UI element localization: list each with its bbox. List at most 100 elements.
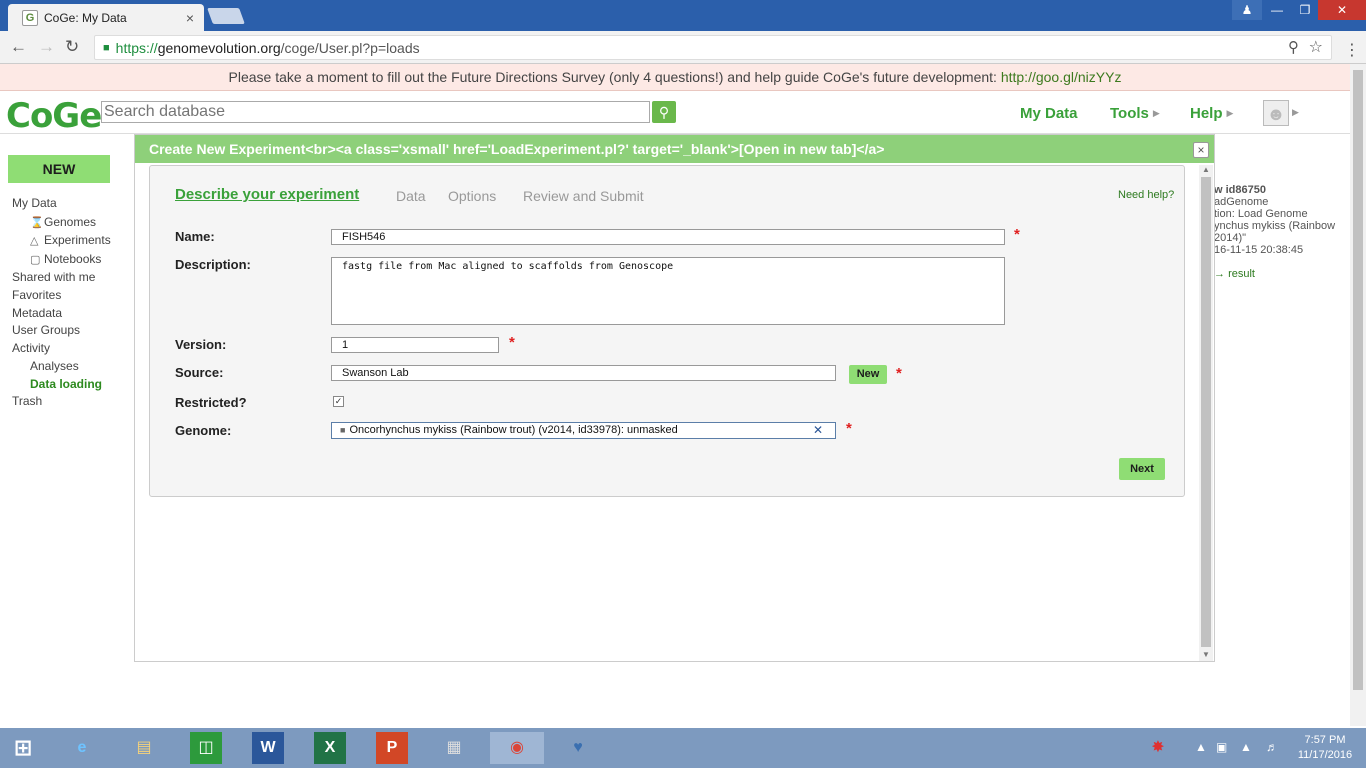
- notebook-icon: ▢: [30, 254, 41, 266]
- sidebar-item-label: Notebooks: [44, 252, 102, 266]
- description-label: Description:: [175, 257, 251, 272]
- step-data[interactable]: Data: [396, 188, 426, 204]
- sidebar-item-data-loading[interactable]: Data loading: [30, 377, 102, 391]
- excel-icon[interactable]: X: [314, 732, 346, 764]
- step-options[interactable]: Options: [448, 188, 496, 204]
- network-icon[interactable]: ▲: [1240, 740, 1252, 754]
- version-input[interactable]: 1: [331, 337, 499, 353]
- nav-my-data[interactable]: My Data: [1020, 105, 1078, 122]
- sidebar-item-user-groups[interactable]: User Groups: [12, 323, 80, 337]
- calculator-icon[interactable]: ▦: [438, 732, 470, 764]
- taskbar-clock[interactable]: 7:57 PM 11/17/2016: [1292, 733, 1358, 763]
- app-bird-icon[interactable]: ♥: [562, 732, 594, 764]
- store-icon[interactable]: ◫: [190, 732, 222, 764]
- tray-device-icon[interactable]: ▣: [1216, 740, 1227, 754]
- clear-genome-icon[interactable]: ✕: [813, 423, 823, 438]
- internet-explorer-icon[interactable]: e: [66, 732, 98, 764]
- restricted-checkbox[interactable]: ✓: [333, 396, 344, 407]
- required-marker: *: [896, 365, 902, 382]
- browser-tab[interactable]: G CoGe: My Data ×: [8, 4, 204, 31]
- step-review-submit[interactable]: Review and Submit: [523, 188, 644, 204]
- create-experiment-dialog: Create New Experiment<br><a class='xsmal…: [134, 134, 1215, 662]
- window-minimize-icon[interactable]: —: [1262, 0, 1292, 20]
- activity-description: tion: Load Genome: [1214, 208, 1308, 220]
- banner-link[interactable]: http://goo.gl/nizYYz: [1001, 69, 1122, 85]
- caret-right-icon[interactable]: ▶: [1292, 107, 1299, 118]
- window-restore-icon[interactable]: ❐: [1290, 0, 1320, 20]
- search-icon[interactable]: ⚲: [652, 101, 676, 123]
- menu-dots-icon[interactable]: ⋮: [1344, 40, 1360, 60]
- name-input[interactable]: FISH546: [331, 229, 1005, 245]
- source-new-button[interactable]: New: [849, 365, 887, 384]
- activity-result-link[interactable]: → result: [1214, 268, 1255, 280]
- nav-help[interactable]: Help ▶: [1190, 105, 1233, 122]
- zoom-search-icon[interactable]: ⚲: [1288, 38, 1299, 56]
- sidebar-item-genomes[interactable]: ⌛Genomes: [30, 215, 96, 229]
- scroll-down-icon[interactable]: ▼: [1202, 650, 1210, 659]
- word-icon[interactable]: W: [252, 732, 284, 764]
- next-button[interactable]: Next: [1119, 458, 1165, 480]
- clock-date: 11/17/2016: [1297, 749, 1353, 761]
- url-scheme: https://: [115, 39, 158, 56]
- url-path: /coge/User.pl?p=loads: [280, 39, 420, 56]
- required-marker: *: [1014, 226, 1020, 243]
- tab-close-icon[interactable]: ×: [186, 10, 194, 26]
- nav-tools[interactable]: Tools ▶: [1110, 105, 1160, 122]
- description-textarea[interactable]: fastg file from Mac aligned to scaffolds…: [331, 257, 1005, 325]
- activity-timestamp: 16-11-15 20:38:45: [1214, 244, 1304, 256]
- tray-chevron-icon[interactable]: ▲: [1195, 740, 1207, 754]
- coge-logo[interactable]: CoGe: [6, 96, 102, 136]
- genome-select[interactable]: ■ Oncorhynchus mykiss (Rainbow trout) (v2…: [331, 422, 836, 439]
- restricted-label: Restricted?: [175, 395, 247, 410]
- required-marker: *: [509, 334, 515, 351]
- star-icon[interactable]: ☆: [1309, 37, 1323, 57]
- clock-time: 7:57 PM: [1304, 734, 1346, 746]
- window-user-icon[interactable]: ♟: [1232, 0, 1262, 20]
- scroll-up-icon[interactable]: ▲: [1202, 165, 1210, 174]
- forward-arrow-icon[interactable]: →: [38, 37, 55, 57]
- nav-help-label: Help: [1190, 105, 1223, 122]
- sidebar-item-metadata[interactable]: Metadata: [12, 306, 62, 320]
- caret-right-icon: ▶: [1152, 108, 1160, 118]
- search-input[interactable]: [101, 101, 650, 123]
- sidebar-item-notebooks[interactable]: ▢ Notebooks: [30, 252, 101, 266]
- nav-tools-label: Tools: [1110, 105, 1149, 122]
- activity-genome: ynchus mykiss (Rainbow: [1214, 220, 1336, 232]
- tab-title: CoGe: My Data: [44, 10, 127, 25]
- reload-icon[interactable]: ↻: [65, 37, 79, 57]
- back-arrow-icon[interactable]: ←: [10, 37, 27, 57]
- sidebar-item-favorites[interactable]: Favorites: [12, 288, 61, 302]
- browser-tab-strip: G CoGe: My Data × ♟ — ❐ ✕: [0, 0, 1366, 31]
- sidebar-item-label: Genomes: [44, 215, 97, 229]
- need-help-link[interactable]: Need help?: [1118, 189, 1174, 201]
- tray-app-icon[interactable]: ✸: [1142, 732, 1174, 764]
- chrome-icon[interactable]: ◉: [490, 732, 544, 764]
- sidebar-item-shared[interactable]: Shared with me: [12, 270, 95, 284]
- sidebar-item-analyses[interactable]: Analyses: [30, 359, 79, 373]
- close-icon[interactable]: ×: [1193, 142, 1209, 158]
- genome-value: Oncorhynchus mykiss (Rainbow trout) (v20…: [349, 424, 678, 436]
- sidebar-item-activity[interactable]: Activity: [12, 341, 50, 355]
- genome-icon: ⌛: [30, 217, 44, 229]
- volume-icon[interactable]: ♬: [1266, 740, 1278, 754]
- new-button[interactable]: NEW: [8, 155, 110, 183]
- windows-start-icon[interactable]: ⊞: [10, 736, 36, 760]
- sidebar-item-my-data[interactable]: My Data: [12, 196, 57, 210]
- source-input[interactable]: Swanson Lab: [331, 365, 836, 381]
- powerpoint-icon[interactable]: P: [376, 732, 408, 764]
- url-field[interactable]: ■ https://genomevolution.org/coge/User.p…: [94, 35, 1332, 60]
- step-describe[interactable]: Describe your experiment: [175, 186, 359, 203]
- window-close-icon[interactable]: ✕: [1318, 0, 1366, 20]
- dialog-title[interactable]: Create New Experiment<br><a class='xsmal…: [135, 135, 1214, 163]
- new-tab-button[interactable]: [207, 8, 245, 24]
- sidebar-item-trash[interactable]: Trash: [12, 394, 42, 408]
- caret-right-icon: ▶: [1226, 108, 1234, 118]
- file-explorer-icon[interactable]: ▤: [128, 732, 160, 764]
- sidebar-item-experiments[interactable]: △ Experiments: [30, 233, 111, 247]
- genome-label: Genome:: [175, 423, 232, 438]
- banner-text: Please take a moment to fill out the Fut…: [228, 69, 1001, 85]
- page-scrollbar[interactable]: [1350, 64, 1366, 726]
- survey-banner: Please take a moment to fill out the Fut…: [0, 64, 1350, 91]
- dialog-scrollbar[interactable]: ▲ ▼: [1199, 165, 1213, 661]
- user-avatar-icon[interactable]: ☻: [1263, 100, 1289, 126]
